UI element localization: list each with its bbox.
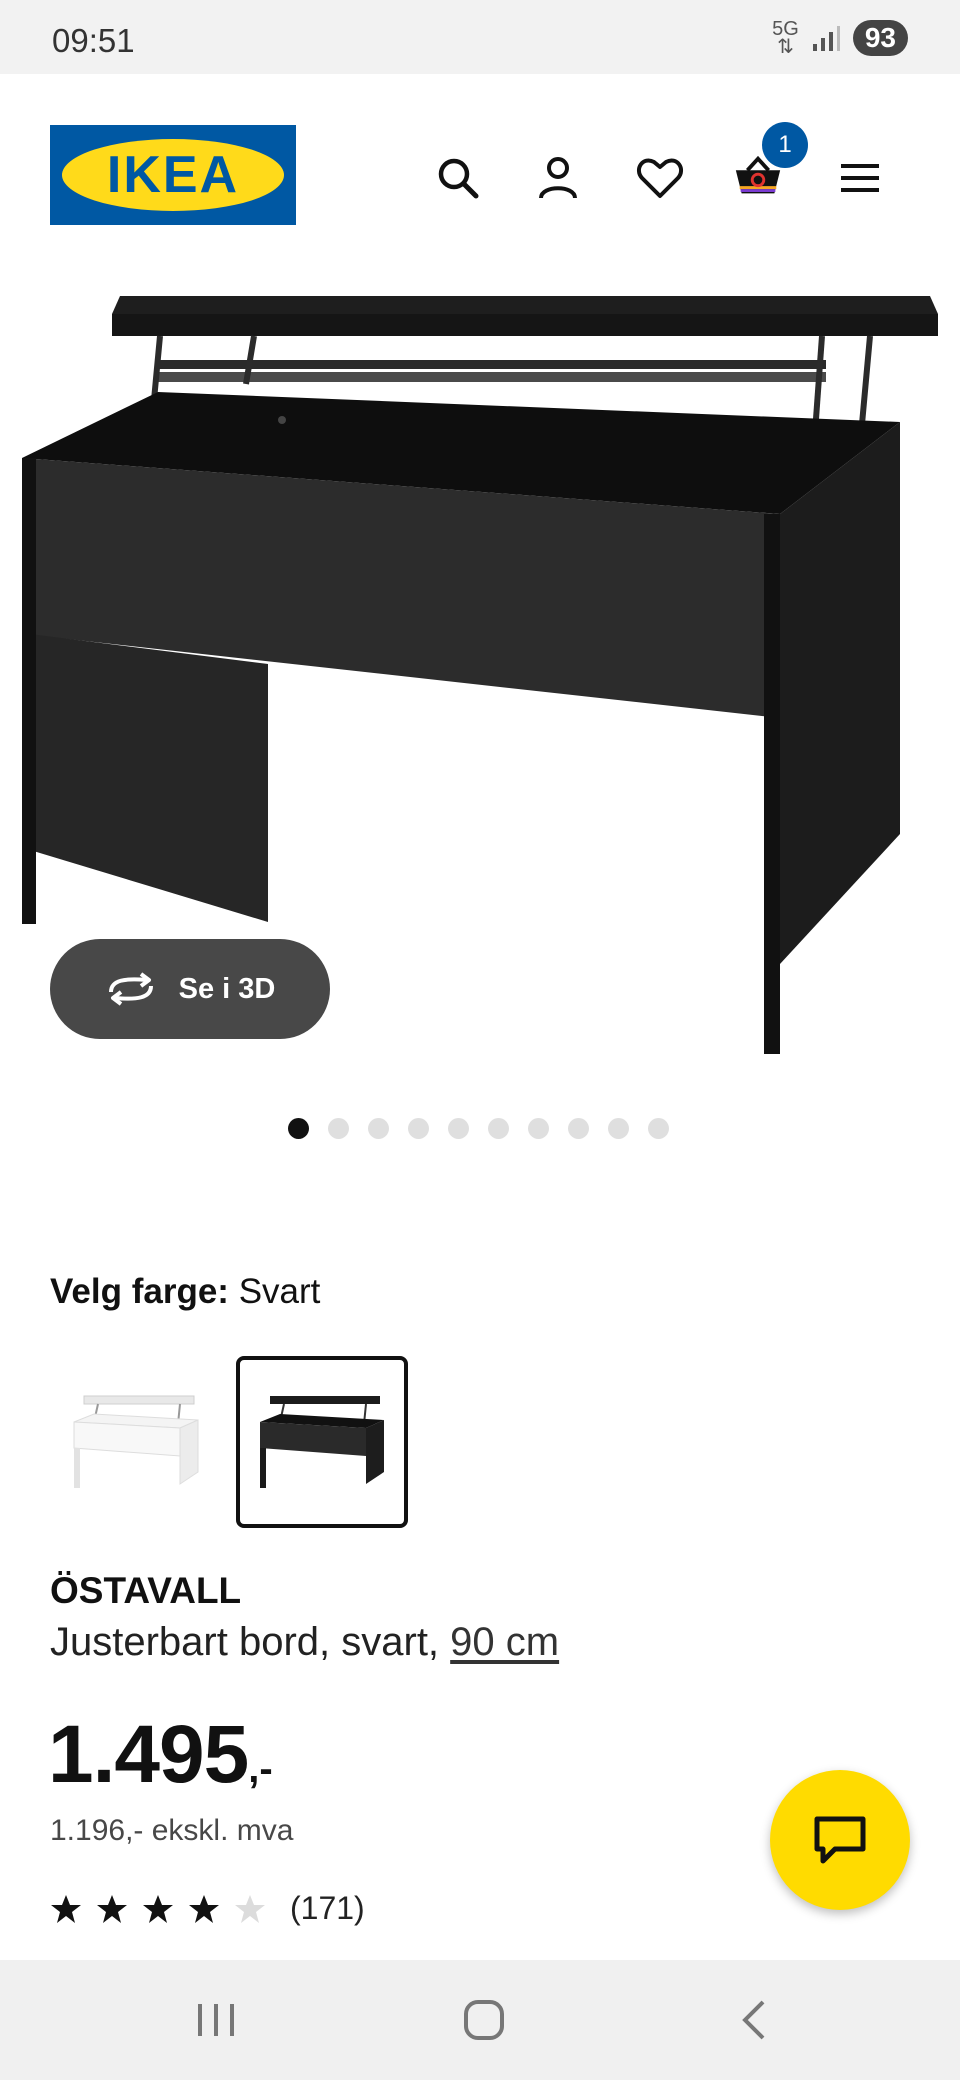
image-carousel-dots xyxy=(288,1118,669,1139)
color-swatch-white[interactable] xyxy=(50,1356,222,1528)
selected-color: Svart xyxy=(238,1272,321,1311)
logo-text: IKEA xyxy=(106,146,240,204)
chat-icon xyxy=(814,1816,866,1864)
carousel-dot[interactable] xyxy=(648,1118,669,1139)
carousel-dot[interactable] xyxy=(328,1118,349,1139)
carousel-dot[interactable] xyxy=(528,1118,549,1139)
carousel-dot[interactable] xyxy=(368,1118,389,1139)
product-description-text: Justerbart bord, svart, xyxy=(50,1620,440,1664)
product-rating[interactable]: (171) xyxy=(50,1890,365,1927)
chat-button[interactable] xyxy=(770,1770,910,1910)
signal-icon xyxy=(812,26,840,51)
black-table-thumbnail xyxy=(260,1396,384,1488)
home-icon[interactable] xyxy=(454,1990,514,2050)
cart-count-badge: 1 xyxy=(762,122,808,168)
star-icon xyxy=(97,1894,127,1923)
star-icon xyxy=(189,1894,219,1923)
carousel-dot[interactable] xyxy=(448,1118,469,1139)
white-table-thumbnail xyxy=(73,1395,199,1488)
status-bar: 09:51 5G ⇅ 93 xyxy=(0,0,960,74)
carousel-dot[interactable] xyxy=(608,1118,629,1139)
account-icon[interactable] xyxy=(532,152,584,204)
carousel-dot[interactable] xyxy=(488,1118,509,1139)
ikea-logo[interactable]: IKEA xyxy=(50,125,296,225)
carousel-dot[interactable] xyxy=(568,1118,589,1139)
rotate-3d-icon xyxy=(108,972,153,1006)
carousel-dot[interactable] xyxy=(408,1118,429,1139)
star-icon xyxy=(51,1894,81,1923)
star-empty-icon xyxy=(235,1894,265,1923)
price-value: 1.495 xyxy=(48,1709,249,1800)
product-image[interactable] xyxy=(0,274,960,1224)
status-time: 09:51 xyxy=(52,22,135,59)
system-nav-bar xyxy=(0,1960,960,2080)
star-icon xyxy=(143,1894,173,1923)
view-3d-label: Se i 3D xyxy=(178,972,276,1005)
favorite-icon[interactable] xyxy=(634,152,686,204)
price-excl-vat: 1.196,- ekskl. mva xyxy=(50,1814,294,1847)
color-swatch-black[interactable] xyxy=(236,1356,408,1528)
menu-icon[interactable] xyxy=(834,152,886,204)
product-description: Justerbart bord, svart, 90 cm xyxy=(50,1620,559,1665)
view-3d-button[interactable]: Se i 3D xyxy=(50,939,330,1039)
color-label: Velg farge: xyxy=(50,1272,229,1311)
price-suffix: ,- xyxy=(248,1747,273,1791)
site-header: IKEA 1 xyxy=(0,74,960,274)
product-name: ÖSTAVALL xyxy=(50,1570,242,1611)
back-icon[interactable] xyxy=(724,1990,784,2050)
size-link[interactable]: 90 cm xyxy=(450,1620,559,1664)
recent-apps-icon[interactable] xyxy=(186,1990,246,2050)
search-icon[interactable] xyxy=(432,152,484,204)
color-selector-label: Velg farge: Svart xyxy=(50,1272,320,1312)
rating-count: (171) xyxy=(290,1890,365,1926)
carousel-dot[interactable] xyxy=(288,1118,309,1139)
battery-indicator: 93 xyxy=(852,20,908,56)
network-5g-icon: 5G ⇅ xyxy=(772,18,799,58)
table-illustration xyxy=(0,274,960,1224)
status-indicators: 5G ⇅ 93 xyxy=(772,18,908,58)
product-price: 1.495,- xyxy=(48,1708,273,1802)
